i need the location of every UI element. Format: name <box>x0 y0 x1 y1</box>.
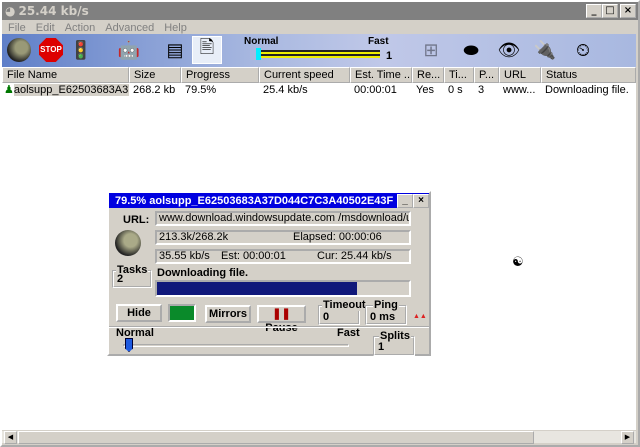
ping-group: Ping 0 ms <box>365 299 407 325</box>
menu-edit[interactable]: Edit <box>36 22 55 34</box>
col-url[interactable]: URL <box>499 67 541 83</box>
menu-file[interactable]: File <box>8 22 26 34</box>
eye-icon[interactable]: 👁 <box>494 36 524 64</box>
robot-icon[interactable]: 🤖 <box>114 36 144 64</box>
download-progress-dialog: 79.5% aolsupp_E62503683A37D044C7C3A40502… <box>107 191 431 356</box>
split-speed-normal-label: Normal <box>116 327 154 339</box>
tasks-value: 2 <box>117 273 124 285</box>
pause-label: Pause <box>265 322 298 334</box>
file-icon: ♟ <box>4 84 14 96</box>
busy-cursor-icon: ☯ <box>512 254 524 269</box>
downloaded-size: 213.3k/268.2k <box>159 231 229 243</box>
file-est: 00:00:01 <box>354 84 397 96</box>
mirrors-button[interactable]: Mirrors <box>205 305 251 323</box>
col-size[interactable]: Size <box>129 67 181 83</box>
pause-button[interactable]: ❚❚ Pause <box>257 305 306 334</box>
speed-track <box>258 50 380 58</box>
monitor-icon[interactable] <box>168 304 196 322</box>
file-speed: 25.4 kb/s <box>263 84 308 96</box>
speed-knob[interactable] <box>256 48 261 60</box>
network-icon[interactable]: ⊞ <box>416 36 446 64</box>
file-parts: 3 <box>478 84 485 96</box>
title-bar: ◕ 25.44 kb/s _ □ × <box>2 2 638 20</box>
dialog-close-button[interactable]: × <box>413 193 429 208</box>
split-speed-knob[interactable] <box>125 338 133 352</box>
speed-value: 1 <box>386 50 393 62</box>
scroll-thumb[interactable] <box>18 431 534 444</box>
schedule-icon[interactable]: ▤ <box>160 36 190 64</box>
ping-value: 0 ms <box>370 311 396 323</box>
tasks-group: Tasks 2 <box>112 264 152 288</box>
dialog-title: 79.5% aolsupp_E62503683A37D044C7C3A40502… <box>115 194 393 207</box>
hide-button[interactable]: Hide <box>116 304 162 322</box>
divider <box>109 326 429 328</box>
horizontal-scrollbar[interactable]: ◀ ▶ <box>2 430 636 444</box>
file-progress: 79.5% <box>185 84 217 96</box>
traffic-light-icon[interactable]: 🚦 <box>66 36 96 64</box>
speed-slider[interactable]: Normal Fast 1 <box>244 36 396 66</box>
pause-icon: ❚❚ <box>272 308 291 320</box>
plug-icon[interactable]: 🔌 <box>530 36 560 64</box>
col-est-time[interactable]: Est. Time ... <box>350 67 412 83</box>
menu-action[interactable]: Action <box>65 22 96 34</box>
list-header: File Name Size Progress Current speed Es… <box>2 67 636 83</box>
connection-icon: ▲▲ <box>413 313 427 320</box>
window-title: 25.44 kb/s <box>18 4 89 18</box>
stop-label: STOP <box>39 38 63 62</box>
download-icon[interactable] <box>4 36 34 64</box>
scroll-right-icon[interactable]: ▶ <box>621 431 634 444</box>
timeout-value: 0 <box>323 311 330 323</box>
dialog-minimize-button[interactable]: _ <box>397 193 413 208</box>
speed-fast-label: Fast <box>368 36 389 47</box>
col-time[interactable]: Ti... <box>444 67 474 83</box>
file-status: Downloading file. <box>545 84 629 96</box>
split-speed-track[interactable] <box>123 344 349 347</box>
estimated-time: Est: 00:00:01 <box>221 250 286 262</box>
file-url: www... <box>503 84 536 96</box>
menu-advanced[interactable]: Advanced <box>105 22 154 34</box>
stop-button[interactable]: STOP <box>36 36 66 64</box>
app-icon: ◕ <box>5 4 16 18</box>
scroll-left-icon[interactable]: ◀ <box>4 431 17 444</box>
elapsed-time: Elapsed: 00:00:06 <box>293 231 382 243</box>
close-button[interactable]: × <box>620 4 636 18</box>
speed-field: 35.55 kb/s Est: 00:00:01 Cur: 25.44 kb/s <box>155 249 411 264</box>
splits-value: 1 <box>378 341 385 353</box>
col-current-speed[interactable]: Current speed <box>259 67 350 83</box>
timeout-group: Timeout 0 <box>318 299 367 325</box>
minimize-button[interactable]: _ <box>586 4 602 18</box>
file-size: 268.2 kb <box>133 84 176 96</box>
url-field: www.download.windowsupdate.com /msdownlo… <box>155 211 411 226</box>
timeout-label: Timeout <box>322 299 367 311</box>
splits-group: Splits 1 <box>373 330 415 356</box>
file-resume: Yes <box>416 84 434 96</box>
download-icon <box>115 230 141 256</box>
table-row[interactable]: ♟aolsupp_E62503683A37... 268.2 kb 79.5% … <box>2 83 636 98</box>
current-speed: Cur: 25.44 kb/s <box>317 250 392 262</box>
average-speed: 35.55 kb/s <box>159 250 210 262</box>
file-time: 0 s <box>448 84 463 96</box>
dialog-title-bar: 79.5% aolsupp_E62503683A37D044C7C3A40502… <box>109 193 429 208</box>
progress-bar <box>155 280 411 297</box>
col-parts[interactable]: P... <box>474 67 499 83</box>
clock-icon[interactable]: ⏲ <box>568 36 598 64</box>
col-status[interactable]: Status <box>541 67 636 83</box>
ping-label: Ping <box>373 299 399 311</box>
menu-help[interactable]: Help <box>164 22 187 34</box>
status-text: Downloading file. <box>157 267 249 279</box>
progress-fill <box>157 282 358 295</box>
col-progress[interactable]: Progress <box>181 67 259 83</box>
disk-icon[interactable]: ⬬ <box>456 36 486 64</box>
split-speed-fast-label: Fast <box>337 327 360 339</box>
size-field: 213.3k/268.2k Elapsed: 00:00:06 <box>155 230 411 245</box>
col-file-name[interactable]: File Name <box>2 67 129 83</box>
options-icon[interactable]: 🖹 <box>192 36 222 64</box>
file-name: aolsupp_E62503683A37... <box>13 84 129 96</box>
speed-normal-label: Normal <box>244 36 279 47</box>
maximize-button[interactable]: □ <box>602 4 618 18</box>
col-resume[interactable]: Re... <box>412 67 444 83</box>
url-label: URL: <box>123 214 150 226</box>
toolbar: STOP 🚦 🤖 ▤ 🖹 Normal Fast 1 ⊞ ⬬ 👁 🔌 ⏲ <box>2 34 636 67</box>
